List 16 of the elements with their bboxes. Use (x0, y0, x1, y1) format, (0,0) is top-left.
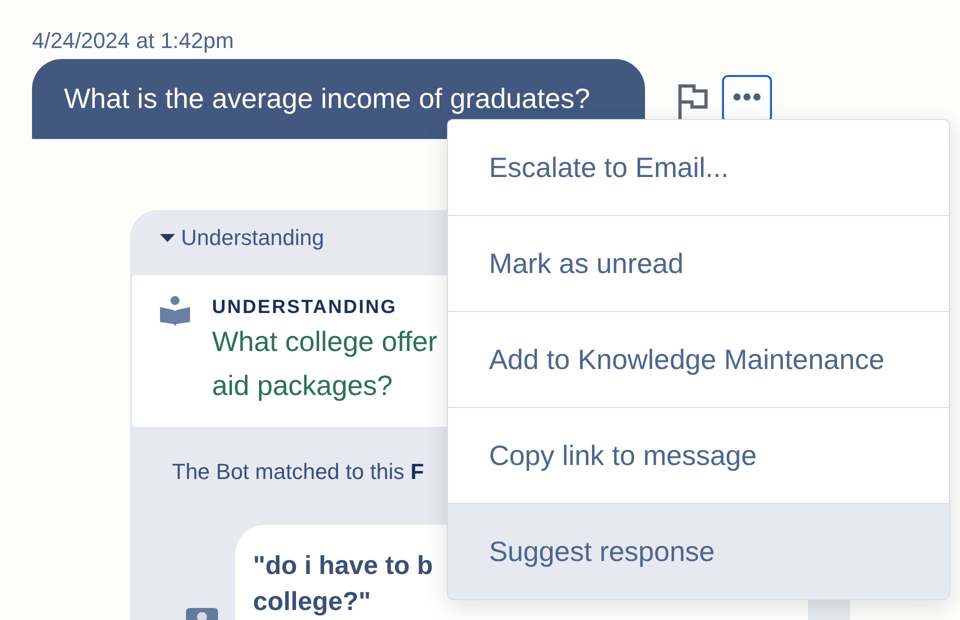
menu-item[interactable]: Suggest response (448, 504, 949, 599)
reader-book-icon (160, 296, 190, 326)
understanding-text: What college offer aid packages? (212, 325, 438, 403)
menu-item[interactable]: Escalate to Email... (448, 120, 949, 216)
ellipsis-icon (733, 93, 761, 101)
menu-item[interactable]: Mark as unread (448, 216, 949, 312)
timestamp: 4/24/2024 at 1:42pm (32, 28, 234, 54)
match-note: The Bot matched to this F (172, 458, 424, 486)
menu-item[interactable]: Add to Knowledge Maintenance (448, 312, 949, 408)
understanding-label: UNDERSTANDING (212, 296, 397, 320)
person-icon (186, 608, 218, 620)
matched-question-text: "do i have to b college?" (253, 549, 433, 618)
message-text: What is the average income of graduates? (64, 82, 590, 116)
understanding-toggle[interactable]: Understanding (160, 224, 324, 252)
menu-item[interactable]: Copy link to message (448, 408, 949, 504)
flag-icon[interactable] (677, 84, 708, 119)
